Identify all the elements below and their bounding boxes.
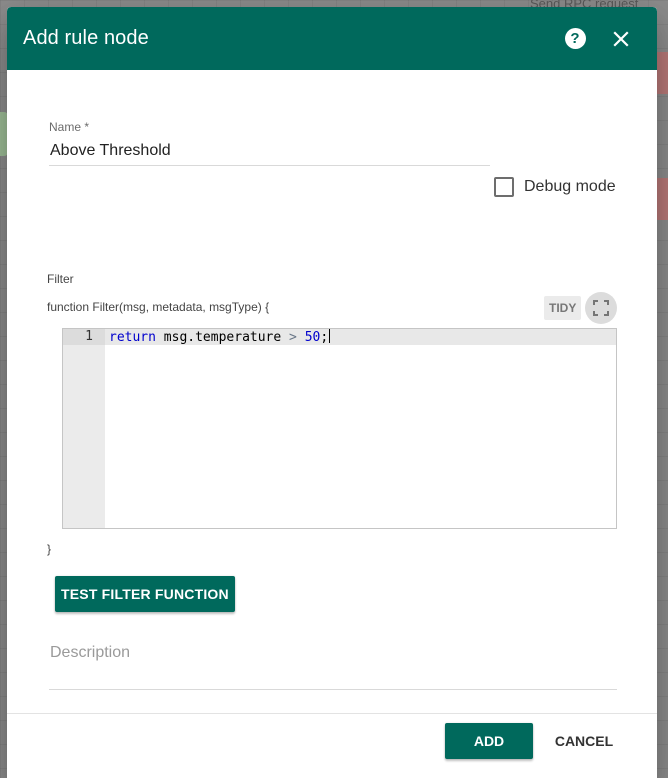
dialog-header: Add rule node ? [7, 7, 657, 70]
cancel-button[interactable]: CANCEL [543, 723, 625, 759]
fullscreen-button[interactable] [585, 292, 617, 324]
fullscreen-icon [593, 300, 609, 316]
name-input[interactable] [49, 142, 490, 166]
code-operator: > [289, 330, 297, 345]
debug-mode-checkbox[interactable]: Debug mode [494, 177, 616, 197]
description-input[interactable] [49, 642, 617, 690]
dialog-footer: ADD CANCEL [7, 713, 657, 778]
help-circle-icon: ? [564, 28, 586, 49]
code-value: 50 [304, 330, 321, 345]
required-marker: * [84, 120, 90, 134]
code-area[interactable]: return msg.temperature > 50; [105, 329, 616, 528]
close-button[interactable] [601, 19, 641, 59]
text-cursor [329, 329, 331, 343]
help-button[interactable]: ? [555, 19, 595, 59]
function-signature: function Filter(msg, metadata, msgType) … [47, 300, 270, 314]
code-line: return msg.temperature > 50; [105, 329, 616, 345]
description-field [49, 642, 617, 690]
debug-mode-label: Debug mode [524, 178, 616, 195]
filter-title: Filter [47, 272, 74, 286]
name-label: Name * [49, 120, 489, 134]
close-icon [613, 30, 629, 47]
line-number: 1 [63, 329, 105, 345]
editor-gutter: 1 [63, 329, 105, 528]
checkbox-icon [494, 177, 514, 197]
code-editor[interactable]: 1 return msg.temperature > 50; [62, 328, 617, 529]
code-keyword: return [109, 330, 156, 345]
code-object: msg.temperature [163, 330, 282, 345]
tidy-button[interactable]: TIDY [544, 296, 582, 320]
closing-brace: } [47, 542, 52, 556]
name-label-text: Name [49, 120, 82, 134]
test-filter-function-button[interactable]: TEST FILTER FUNCTION [55, 576, 235, 612]
name-field: Name * [49, 120, 490, 166]
code-end: ; [320, 330, 329, 345]
dialog-body: Name * Debug mode Filter function Filter… [7, 70, 657, 713]
add-button[interactable]: ADD [445, 723, 533, 759]
dialog-title: Add rule node [23, 27, 149, 49]
add-rule-node-dialog: Add rule node ? Name * Debug mode Filter… [7, 7, 657, 778]
